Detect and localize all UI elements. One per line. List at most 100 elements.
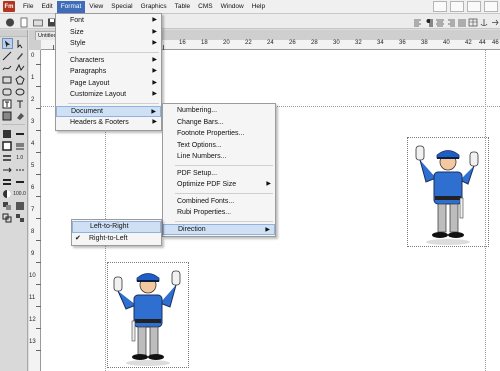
text-line-tool-icon[interactable] [15,98,26,109]
ruler-tick-label: 30 [333,40,340,46]
tools-panel-grip[interactable] [0,30,27,37]
line-style-icon[interactable] [2,176,13,187]
menu-file[interactable]: File [19,1,37,13]
submenu-arrow-icon: ▶ [152,68,157,74]
menu-item-headers-footers[interactable]: Headers & Footers ▶ [56,117,161,129]
menu-format[interactable]: Format [56,0,86,13]
menu-item-font[interactable]: Font ▶ [56,15,161,27]
menu-divider [175,192,273,194]
menu-item-numbering[interactable]: Numbering... [163,105,275,117]
tool-row [2,212,25,223]
menu-cms[interactable]: CMS [194,1,216,13]
align-right-icon[interactable] [444,16,455,27]
menu-table[interactable]: Table [171,1,195,13]
menu-item-optimize-pdf-size[interactable]: Optimize PDF Size ▶ [163,179,275,191]
line-tool-icon[interactable] [2,50,13,61]
graphic-frame-policeman-bottom[interactable] [107,262,189,368]
window-icon[interactable] [484,1,498,12]
menu-help[interactable]: Help [248,1,269,13]
select-object-tool-icon[interactable] [2,38,13,49]
menu-window[interactable]: Window [217,1,248,13]
menu-item-footnote-properties[interactable]: Footnote Properties... [163,128,275,140]
submenu-arrow-icon: ▶ [265,226,270,233]
tool-row [2,128,25,139]
menu-item-left-to-right[interactable]: Left-to-Right [72,221,161,233]
submenu-arrow-icon: ▶ [152,119,157,125]
fill-tool-icon[interactable] [15,110,26,121]
ruler-tick-label: 36 [399,40,406,46]
menu-item-page-layout[interactable]: Page Layout ▶ [56,78,161,90]
workspace-icon[interactable] [433,1,447,12]
graphic-frame-tool-icon[interactable] [2,110,13,121]
layout-grid-icon[interactable] [450,1,464,12]
pen-pattern-icon[interactable] [15,128,26,139]
menu-item-rubi-properties[interactable]: Rubi Properties... [163,207,275,219]
polyline-tool-icon[interactable] [15,62,26,73]
menubar-tools [433,1,498,12]
rectangle-tool-icon[interactable] [2,74,13,85]
tool-row [2,50,25,61]
sparkle-icon[interactable] [467,1,481,12]
line-cap-icon[interactable] [15,176,26,187]
menu-item-document[interactable]: Document ▶ [56,105,161,117]
new-document-icon[interactable] [17,16,29,27]
tint-value: 100.0 [13,188,26,199]
menu-item-text-options[interactable]: Text Options... [163,140,275,152]
dash-pattern-icon[interactable] [15,164,26,175]
select-tool-icon[interactable] [15,38,25,49]
format-menu: Font ▶ Size ▶ Style ▶ Characters ▶ Paragraph… [55,13,162,131]
group-icon[interactable] [2,212,13,223]
menu-item-label: Page Layout [70,79,110,87]
menu-item-combined-fonts[interactable]: Combined Fonts... [163,196,275,208]
menu-item-direction[interactable]: Direction ▶ [163,223,275,235]
menu-item-style[interactable]: Style ▶ [56,38,161,50]
tint-label: 100.0 [13,190,26,197]
tool-row [2,176,25,187]
oval-tool-icon[interactable] [15,86,26,97]
menu-item-customize-layout[interactable]: Customize Layout ▶ [56,89,161,101]
ungroup-icon[interactable] [15,212,26,223]
table-icon[interactable] [466,16,478,27]
ruler-tick-label: 26 [289,40,296,46]
ruler-tick-label: 34 [377,40,384,46]
line-width-value: 1.0 [15,152,26,163]
pen-tool-icon[interactable] [15,50,26,61]
menu-item-size[interactable]: Size ▶ [56,27,161,39]
ruler-tick-label: 13 [29,339,36,345]
color-icon[interactable] [15,200,26,211]
justify-icon[interactable] [455,16,466,27]
menu-edit[interactable]: Edit [37,1,56,13]
menu-item-characters[interactable]: Characters ▶ [56,55,161,67]
menu-graphics[interactable]: Graphics [137,1,171,13]
align-left-icon[interactable] [411,16,421,27]
help-icon[interactable] [3,16,15,27]
overprint-icon[interactable] [2,200,13,211]
submenu-arrow-icon: ▶ [152,91,157,97]
tools-panel: 1.0 100.0 [0,30,28,371]
polygon-tool-icon[interactable] [15,74,26,85]
line-width-icon[interactable] [15,140,26,151]
menu-item-pdf-setup[interactable]: PDF Setup... [163,168,275,180]
freehand-tool-icon[interactable] [2,62,13,73]
fill-swatch-icon[interactable] [2,140,13,151]
line-weight-icon[interactable] [2,152,13,163]
graphic-frame-policeman-top[interactable] [407,137,489,247]
text-frame-tool-icon[interactable] [2,98,13,109]
menu-view[interactable]: View [85,1,107,13]
fill-pattern-icon[interactable] [2,128,13,139]
open-folder-icon[interactable] [31,16,43,27]
menu-item-paragraphs[interactable]: Paragraphs ▶ [56,66,161,78]
tool-row [2,62,25,73]
menu-item-right-to-left[interactable]: ✔ Right-to-Left [72,233,161,245]
tint-icon[interactable] [2,188,12,199]
tools-divider [2,124,25,125]
align-center-icon[interactable] [433,16,444,27]
menu-special[interactable]: Special [107,1,136,13]
menu-item-line-numbers[interactable]: Line Numbers... [163,151,275,163]
arrow-right-icon[interactable] [488,16,499,27]
anchor-icon[interactable] [477,16,488,27]
line-end-icon[interactable] [2,164,13,175]
pilcrow-icon[interactable] [422,16,433,27]
menu-item-change-bars[interactable]: Change Bars... [163,117,275,129]
rounded-rectangle-tool-icon[interactable] [2,86,13,97]
